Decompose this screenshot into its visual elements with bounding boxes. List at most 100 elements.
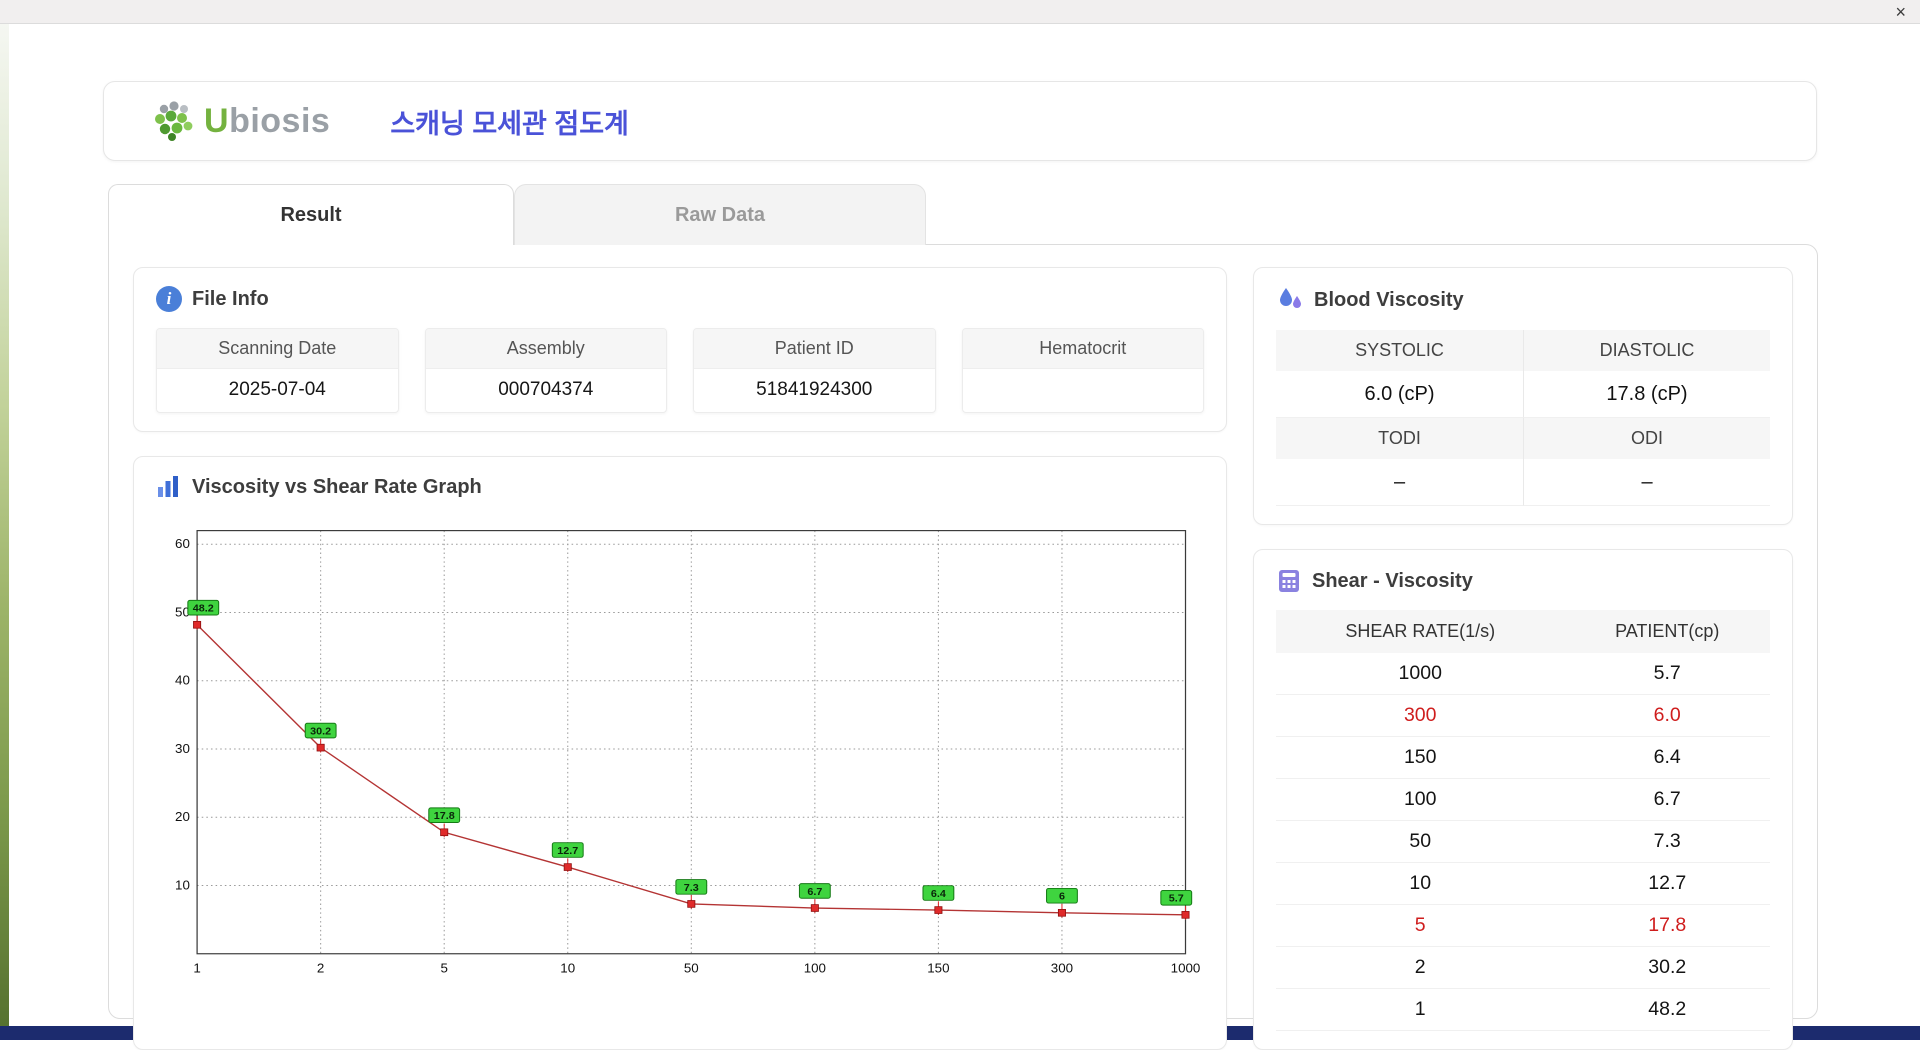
window-titlebar: × <box>0 0 1920 24</box>
svg-text:1: 1 <box>193 961 200 976</box>
page-title: 스캐닝 모세관 점도계 <box>390 102 629 141</box>
shear-viscosity-title-text: Shear - Viscosity <box>1312 570 1473 593</box>
patient-cell: 7.3 <box>1564 821 1770 863</box>
shear-rate-cell: 300 <box>1276 695 1564 737</box>
file-info-field-hematocrit: Hematocrit <box>962 328 1205 413</box>
file-info-fields: Scanning Date2025-07-04 Assembly000704374… <box>156 328 1204 413</box>
window-close-button[interactable]: × <box>1895 1 1906 23</box>
tab-result[interactable]: Result <box>108 184 514 245</box>
shear-table-row: 148.2 <box>1276 989 1770 1031</box>
blood-viscosity-grid: SYSTOLICDIASTOLIC6.0 (cP)17.8 (cP)TODIOD… <box>1276 330 1770 506</box>
field-label: Hematocrit <box>963 329 1204 369</box>
shear-table-row: 1506.4 <box>1276 737 1770 779</box>
file-info-field-scanning-date: Scanning Date2025-07-04 <box>156 328 399 413</box>
svg-text:30.2: 30.2 <box>310 726 331 738</box>
desktop-edge-strip <box>0 24 9 1026</box>
shear-table-row: 10005.7 <box>1276 653 1770 695</box>
field-value: 2025-07-04 <box>157 369 398 412</box>
svg-text:5: 5 <box>440 961 447 976</box>
svg-text:10: 10 <box>175 878 190 893</box>
svg-text:48.2: 48.2 <box>193 603 214 615</box>
svg-text:10: 10 <box>560 961 575 976</box>
patient-cell: 30.2 <box>1564 947 1770 989</box>
svg-text:50: 50 <box>684 961 699 976</box>
file-info-field-patient-id: Patient ID51841924300 <box>693 328 936 413</box>
shear-table-header: SHEAR RATE(1/s) <box>1276 610 1564 653</box>
svg-text:5.7: 5.7 <box>1169 893 1184 905</box>
shear-rate-cell: 10 <box>1276 863 1564 905</box>
graph-title-text: Viscosity vs Shear Rate Graph <box>192 476 482 499</box>
field-label: Assembly <box>426 329 667 369</box>
viscosity-vs-shear-rate-chart: 1020304050601251050100150300100048.230.2… <box>156 515 1204 983</box>
bv-label-systolic: SYSTOLIC <box>1276 330 1523 371</box>
svg-text:6: 6 <box>1059 891 1065 903</box>
file-info-title: i File Info <box>156 286 1204 312</box>
info-icon: i <box>156 286 182 312</box>
svg-text:12.7: 12.7 <box>557 845 578 857</box>
app-window: Ubiosis 스캐닝 모세관 점도계 Result Raw Data i Fi… <box>9 24 1920 1026</box>
file-info-field-assembly: Assembly000704374 <box>425 328 668 413</box>
svg-text:6.7: 6.7 <box>807 886 822 898</box>
svg-text:300: 300 <box>1051 961 1073 976</box>
bar-chart-icon <box>156 475 182 499</box>
svg-text:60: 60 <box>175 536 190 551</box>
shear-rate-cell: 50 <box>1276 821 1564 863</box>
shear-table-row: 230.2 <box>1276 947 1770 989</box>
svg-text:17.8: 17.8 <box>434 810 455 822</box>
svg-text:100: 100 <box>804 961 826 976</box>
bv-value-todi: – <box>1276 459 1523 506</box>
logo-text: Ubiosis <box>204 102 330 141</box>
bv-label-diastolic: DIASTOLIC <box>1523 330 1770 371</box>
svg-text:30: 30 <box>175 741 190 756</box>
shear-table-row: 1012.7 <box>1276 863 1770 905</box>
shear-rate-cell: 2 <box>1276 947 1564 989</box>
field-value: 000704374 <box>426 369 667 412</box>
svg-text:2: 2 <box>317 961 324 976</box>
file-info-card: i File Info Scanning Date2025-07-04 Assem… <box>133 267 1227 432</box>
shear-rate-cell: 150 <box>1276 737 1564 779</box>
bv-value-odi: – <box>1523 459 1770 506</box>
graph-title: Viscosity vs Shear Rate Graph <box>156 475 1204 499</box>
viscosity-chart-container: 1020304050601251050100150300100048.230.2… <box>156 515 1204 983</box>
svg-text:7.3: 7.3 <box>684 882 699 894</box>
svg-text:150: 150 <box>927 961 949 976</box>
blood-viscosity-title: Blood Viscosity <box>1276 286 1770 314</box>
svg-text:1000: 1000 <box>1171 961 1201 976</box>
bv-label-todi: TODI <box>1276 418 1523 459</box>
droplet-icon <box>1276 286 1304 314</box>
patient-cell: 48.2 <box>1564 989 1770 1031</box>
shear-table-row: 3006.0 <box>1276 695 1770 737</box>
svg-text:6.4: 6.4 <box>931 888 946 900</box>
viscosity-graph-card: Viscosity vs Shear Rate Graph 10 20 30 40 50… <box>133 456 1227 1050</box>
patient-cell: 17.8 <box>1564 905 1770 947</box>
calculator-icon <box>1276 568 1302 594</box>
logo-grape-icon <box>152 101 198 141</box>
result-panel: i File Info Scanning Date2025-07-04 Assem… <box>108 244 1818 1019</box>
field-label: Patient ID <box>694 329 935 369</box>
shear-viscosity-card: Shear - Viscosity SHEAR RATE(1/s)PATIENT… <box>1253 549 1793 1050</box>
shear-table-row: 1006.7 <box>1276 779 1770 821</box>
patient-cell: 5.7 <box>1564 653 1770 695</box>
shear-viscosity-title: Shear - Viscosity <box>1276 568 1770 594</box>
shear-table-row: 517.8 <box>1276 905 1770 947</box>
shear-rate-cell: 100 <box>1276 779 1564 821</box>
blood-viscosity-card: Blood Viscosity SYSTOLICDIASTOLIC6.0 (cP… <box>1253 267 1793 525</box>
tab-raw-data[interactable]: Raw Data <box>514 184 926 245</box>
shear-viscosity-table: SHEAR RATE(1/s)PATIENT(cp)10005.73006.01… <box>1276 610 1770 1031</box>
app-header: Ubiosis 스캐닝 모세관 점도계 <box>103 81 1817 161</box>
field-value <box>963 369 1204 412</box>
tab-bar: Result Raw Data <box>108 184 926 245</box>
shear-table-header-row: SHEAR RATE(1/s)PATIENT(cp) <box>1276 610 1770 653</box>
patient-cell: 12.7 <box>1564 863 1770 905</box>
bv-label-odi: ODI <box>1523 418 1770 459</box>
patient-cell: 6.7 <box>1564 779 1770 821</box>
shear-table-row: 507.3 <box>1276 821 1770 863</box>
svg-text:40: 40 <box>175 673 190 688</box>
field-label: Scanning Date <box>157 329 398 369</box>
bv-value-systolic: 6.0 (cP) <box>1276 371 1523 418</box>
patient-cell: 6.4 <box>1564 737 1770 779</box>
patient-cell: 6.0 <box>1564 695 1770 737</box>
svg-text:20: 20 <box>175 809 190 824</box>
bv-value-diastolic: 17.8 (cP) <box>1523 371 1770 418</box>
file-info-title-text: File Info <box>192 288 269 311</box>
